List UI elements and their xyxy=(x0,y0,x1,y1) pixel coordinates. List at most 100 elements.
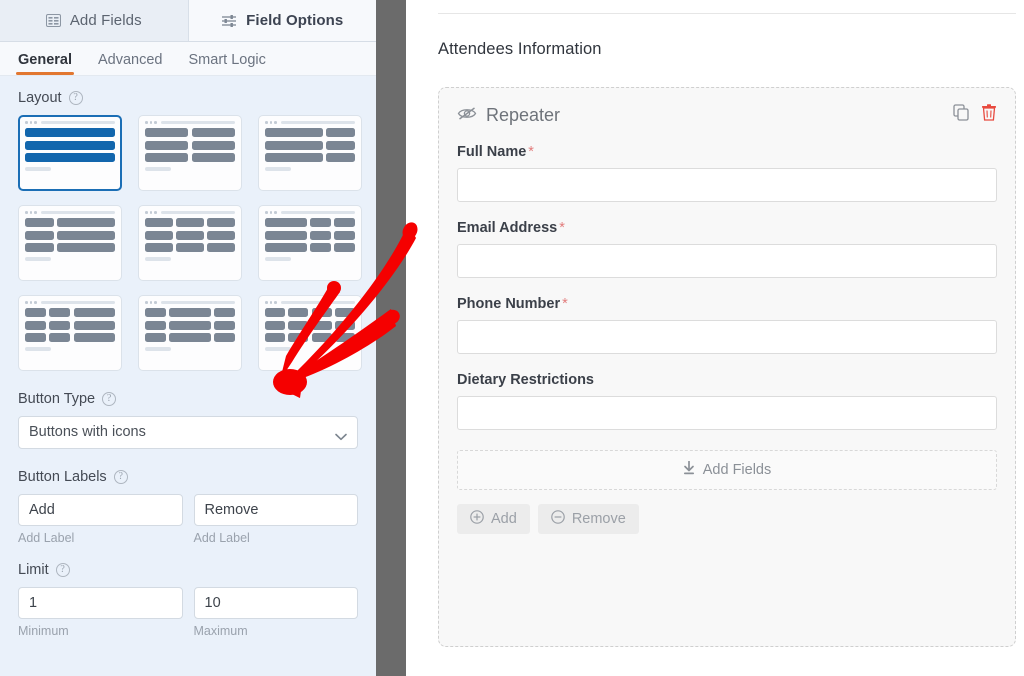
thumb-cell xyxy=(288,321,308,330)
layout-label: Layout xyxy=(18,90,62,106)
preview-field-input[interactable] xyxy=(457,396,997,430)
thumb-cell xyxy=(49,321,70,330)
repeater-header: Repeater xyxy=(457,104,997,126)
thumb-row xyxy=(25,321,115,330)
repeater-remove-button-label: Remove xyxy=(572,511,626,527)
add-fields-dropzone[interactable]: Add Fields xyxy=(457,450,997,490)
preview-field-input[interactable] xyxy=(457,320,997,354)
add-button-label-input[interactable] xyxy=(18,494,183,526)
layout-choice-two-columns-narrow-wide[interactable] xyxy=(18,205,122,281)
subtab-smart-logic[interactable]: Smart Logic xyxy=(189,52,266,75)
limit-maximum-input[interactable] xyxy=(194,587,359,619)
trash-icon[interactable] xyxy=(981,104,997,126)
button-type-label-row: Button Type ? xyxy=(18,391,358,407)
thumb-rows xyxy=(25,128,115,162)
thumb-footer xyxy=(265,347,291,351)
thumb-row xyxy=(265,243,355,252)
question-circle-icon[interactable]: ? xyxy=(56,563,70,577)
button-type-select[interactable]: Buttons with icons xyxy=(18,416,358,449)
button-type-label: Button Type xyxy=(18,391,95,407)
limit-min-col: Minimum xyxy=(18,587,183,638)
panel-tabbar: Add Fields Field Options xyxy=(0,0,376,42)
thumb-cell xyxy=(310,243,331,252)
remove-button-label-input[interactable] xyxy=(194,494,359,526)
question-circle-icon[interactable]: ? xyxy=(114,470,128,484)
layout-choice-two-equal-columns[interactable] xyxy=(138,115,242,191)
thumb-cell xyxy=(265,153,323,162)
layout-choice-two-columns-wide-narrow[interactable] xyxy=(258,115,362,191)
thumb-row xyxy=(25,231,115,240)
thumb-browser-bar xyxy=(25,211,115,214)
thumb-cell xyxy=(326,128,355,137)
thumb-cell xyxy=(25,308,46,317)
layout-choice-four-equal-columns[interactable] xyxy=(258,295,362,371)
thumb-row xyxy=(145,321,235,330)
repeater-remove-button[interactable]: Remove xyxy=(538,504,639,534)
repeater-field-block[interactable]: Repeater Full Name*Email Address*Phone N… xyxy=(438,87,1016,647)
minus-circle-icon xyxy=(551,510,565,528)
thumb-cell xyxy=(335,321,355,330)
tab-field-options[interactable]: Field Options xyxy=(189,0,377,41)
thumb-cell xyxy=(326,141,355,150)
thumb-cell xyxy=(207,231,235,240)
layout-choice-three-equal-columns[interactable] xyxy=(138,205,242,281)
thumb-cell xyxy=(176,243,204,252)
repeater-add-button[interactable]: Add xyxy=(457,504,530,534)
thumb-cell xyxy=(57,231,115,240)
thumb-cell xyxy=(176,231,204,240)
thumb-browser-bar xyxy=(145,211,235,214)
layout-label-row: Layout ? xyxy=(18,90,358,106)
preview-field-input[interactable] xyxy=(457,168,997,202)
thumb-cell xyxy=(25,128,115,137)
required-asterisk: * xyxy=(559,220,565,236)
thumb-row xyxy=(25,128,115,137)
thumb-cell xyxy=(310,231,331,240)
question-circle-icon[interactable]: ? xyxy=(69,91,83,105)
thumb-cell xyxy=(310,218,331,227)
button-labels-group: Button Labels ? Add Label Add Label xyxy=(18,469,358,545)
form-builder-screen: Add Fields Field Options General Advance… xyxy=(0,0,1024,676)
thumb-cell xyxy=(334,218,355,227)
thumb-browser-bar xyxy=(25,121,115,124)
thumb-cell xyxy=(334,243,355,252)
copy-icon[interactable] xyxy=(953,104,970,126)
subtab-general[interactable]: General xyxy=(18,52,72,75)
thumb-cell xyxy=(25,333,46,342)
tab-field-options-label: Field Options xyxy=(246,12,343,29)
preview-field-input[interactable] xyxy=(457,244,997,278)
options-body: Layout ? Button Type ? Buttons with icon… xyxy=(0,76,376,638)
thumb-footer xyxy=(265,257,291,261)
thumb-row xyxy=(145,333,235,342)
thumb-cell xyxy=(288,308,308,317)
field-options-panel: Add Fields Field Options General Advance… xyxy=(0,0,376,676)
thumb-footer xyxy=(145,167,171,171)
question-circle-icon[interactable]: ? xyxy=(102,392,116,406)
thumb-row xyxy=(25,218,115,227)
thumb-cell xyxy=(145,321,166,330)
limit-label: Limit xyxy=(18,562,49,578)
layout-choice-full-width-single-column[interactable] xyxy=(18,115,122,191)
layout-choice-three-columns-narrow-wide-narrow[interactable] xyxy=(138,295,242,371)
repeater-actions xyxy=(953,104,997,126)
layout-choice-three-columns-narrow-narrow-wide[interactable] xyxy=(18,295,122,371)
thumb-row xyxy=(145,231,235,240)
thumb-cell xyxy=(265,243,307,252)
repeater-name: Repeater xyxy=(486,105,560,126)
thumb-rows xyxy=(145,218,235,252)
thumb-row xyxy=(145,218,235,227)
thumb-cell xyxy=(74,321,116,330)
repeater-fields: Full Name*Email Address*Phone Number*Die… xyxy=(457,144,997,430)
thumb-row xyxy=(265,128,355,137)
thumb-row xyxy=(265,333,355,342)
thumb-cell xyxy=(192,128,235,137)
thumb-cell xyxy=(214,333,235,342)
limit-minimum-input[interactable] xyxy=(18,587,183,619)
thumb-cell xyxy=(57,243,115,252)
thumb-footer xyxy=(25,167,51,171)
thumb-cell xyxy=(265,231,307,240)
tab-add-fields[interactable]: Add Fields xyxy=(0,0,189,41)
thumb-footer xyxy=(145,347,171,351)
layout-choice-three-columns-wide-narrow-narrow[interactable] xyxy=(258,205,362,281)
subtab-advanced[interactable]: Advanced xyxy=(98,52,163,75)
thumb-rows xyxy=(265,128,355,162)
